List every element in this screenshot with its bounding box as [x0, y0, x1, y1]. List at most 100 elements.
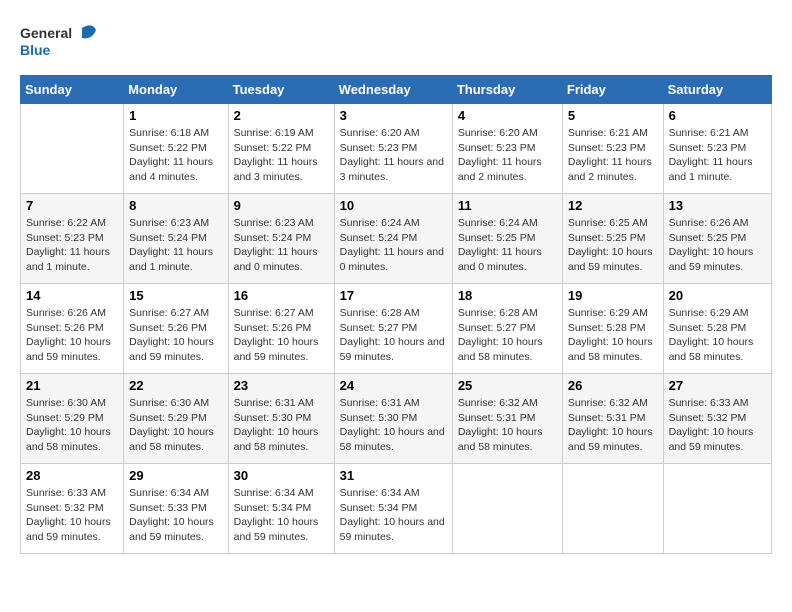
sunrise-text: Sunrise: 6:18 AM [129, 127, 209, 139]
day-number: 6 [669, 108, 766, 123]
column-header-monday: Monday [124, 76, 228, 104]
daylight-text: Daylight: 10 hours and 59 minutes. [129, 516, 214, 543]
daylight-text: Daylight: 10 hours and 59 minutes. [568, 426, 653, 453]
calendar-week-row: 14Sunrise: 6:26 AMSunset: 5:26 PMDayligh… [21, 284, 772, 374]
sunset-text: Sunset: 5:32 PM [26, 502, 104, 514]
sunset-text: Sunset: 5:22 PM [129, 142, 207, 154]
day-number: 23 [234, 378, 329, 393]
daylight-text: Daylight: 11 hours and 1 minute. [129, 246, 213, 273]
calendar-cell: 11Sunrise: 6:24 AMSunset: 5:25 PMDayligh… [452, 194, 562, 284]
day-number: 17 [340, 288, 447, 303]
day-info: Sunrise: 6:29 AMSunset: 5:28 PMDaylight:… [568, 306, 658, 365]
calendar-cell: 2 Sunrise: 6:19 AM Sunset: 5:22 PM Daylight… [228, 104, 334, 194]
day-info: Sunrise: 6:24 AMSunset: 5:25 PMDaylight:… [458, 216, 557, 275]
sunset-text: Sunset: 5:23 PM [568, 142, 646, 154]
sunset-text: Sunset: 5:29 PM [129, 412, 207, 424]
day-info: Sunrise: 6:34 AMSunset: 5:34 PMDaylight:… [234, 486, 329, 545]
day-number: 26 [568, 378, 658, 393]
svg-text:General: General [20, 25, 72, 41]
calendar-cell [452, 464, 562, 554]
sunrise-text: Sunrise: 6:22 AM [26, 217, 106, 229]
daylight-text: Daylight: 10 hours and 59 minutes. [340, 336, 445, 363]
calendar-cell: 30 Sunrise: 6:34 AMSunset: 5:34 PMDayligh… [228, 464, 334, 554]
svg-text:Blue: Blue [20, 42, 51, 58]
daylight-text: Daylight: 11 hours and 3 minutes. [234, 156, 318, 183]
daylight-text: Daylight: 11 hours and 2 minutes. [568, 156, 652, 183]
sunrise-text: Sunrise: 6:28 AM [458, 307, 538, 319]
sunset-text: Sunset: 5:26 PM [26, 322, 104, 334]
sunset-text: Sunset: 5:28 PM [669, 322, 747, 334]
calendar-cell [663, 464, 771, 554]
daylight-text: Daylight: 10 hours and 58 minutes. [234, 426, 319, 453]
sunrise-text: Sunrise: 6:31 AM [340, 397, 420, 409]
calendar-cell: 28 Sunrise: 6:33 AMSunset: 5:32 PMDayligh… [21, 464, 124, 554]
day-number: 20 [669, 288, 766, 303]
daylight-text: Daylight: 10 hours and 59 minutes. [568, 246, 653, 273]
calendar-cell [562, 464, 663, 554]
sunrise-text: Sunrise: 6:29 AM [669, 307, 749, 319]
calendar-table: SundayMondayTuesdayWednesdayThursdayFrid… [20, 75, 772, 554]
day-number: 7 [26, 198, 118, 213]
sunset-text: Sunset: 5:23 PM [458, 142, 536, 154]
day-number: 28 [26, 468, 118, 483]
calendar-cell: 27Sunrise: 6:33 AMSunset: 5:32 PMDayligh… [663, 374, 771, 464]
calendar-cell: 7Sunrise: 6:22 AMSunset: 5:23 PMDaylight… [21, 194, 124, 284]
daylight-text: Daylight: 10 hours and 58 minutes. [568, 336, 653, 363]
day-info: Sunrise: 6:33 AMSunset: 5:32 PMDaylight:… [26, 486, 118, 545]
sunset-text: Sunset: 5:30 PM [234, 412, 312, 424]
calendar-cell: 15Sunrise: 6:27 AMSunset: 5:26 PMDayligh… [124, 284, 228, 374]
logo: General Blue [20, 20, 100, 65]
day-info: Sunrise: 6:27 AMSunset: 5:26 PMDaylight:… [129, 306, 222, 365]
day-number: 27 [669, 378, 766, 393]
day-info: Sunrise: 6:31 AM Sunset: 5:30 PM Daylight:… [234, 396, 329, 455]
daylight-text: Daylight: 11 hours and 1 minute. [669, 156, 753, 183]
calendar-cell: 14Sunrise: 6:26 AMSunset: 5:26 PMDayligh… [21, 284, 124, 374]
page-header: General Blue [20, 20, 772, 65]
day-info: Sunrise: 6:20 AMSunset: 5:23 PMDaylight:… [458, 126, 557, 185]
sunset-text: Sunset: 5:22 PM [234, 142, 312, 154]
day-info: Sunrise: 6:20 AM Sunset: 5:23 PM Daylight:… [340, 126, 447, 185]
sunrise-text: Sunrise: 6:31 AM [234, 397, 314, 409]
sunrise-text: Sunrise: 6:20 AM [458, 127, 538, 139]
sunrise-text: Sunrise: 6:26 AM [26, 307, 106, 319]
daylight-text: Daylight: 11 hours and 4 minutes. [129, 156, 213, 183]
daylight-text: Daylight: 10 hours and 59 minutes. [669, 246, 754, 273]
day-info: Sunrise: 6:24 AMSunset: 5:24 PMDaylight:… [340, 216, 447, 275]
daylight-text: Daylight: 10 hours and 58 minutes. [129, 426, 214, 453]
day-info: Sunrise: 6:30 AMSunset: 5:29 PMDaylight:… [26, 396, 118, 455]
daylight-text: Daylight: 10 hours and 59 minutes. [129, 336, 214, 363]
day-number: 4 [458, 108, 557, 123]
sunrise-text: Sunrise: 6:32 AM [568, 397, 648, 409]
sunrise-text: Sunrise: 6:33 AM [669, 397, 749, 409]
day-number: 2 [234, 108, 329, 123]
sunset-text: Sunset: 5:29 PM [26, 412, 104, 424]
sunrise-text: Sunrise: 6:27 AM [234, 307, 314, 319]
sunset-text: Sunset: 5:23 PM [340, 142, 418, 154]
day-info: Sunrise: 6:25 AMSunset: 5:25 PMDaylight:… [568, 216, 658, 275]
day-info: Sunrise: 6:26 AMSunset: 5:25 PMDaylight:… [669, 216, 766, 275]
day-info: Sunrise: 6:18 AM Sunset: 5:22 PM Daylight:… [129, 126, 222, 185]
calendar-week-row: 7Sunrise: 6:22 AMSunset: 5:23 PMDaylight… [21, 194, 772, 284]
calendar-cell: 1Sunrise: 6:18 AMSunset: 5:22 PMDaylight… [124, 104, 228, 194]
calendar-cell: 21Sunrise: 6:30 AMSunset: 5:29 PMDayligh… [21, 374, 124, 464]
daylight-text: Daylight: 11 hours and 0 minutes. [340, 246, 444, 273]
day-number: 9 [234, 198, 329, 213]
daylight-text: Daylight: 10 hours and 59 minutes. [26, 516, 111, 543]
sunset-text: Sunset: 5:31 PM [458, 412, 536, 424]
calendar-cell: 26Sunrise: 6:32 AMSunset: 5:31 PMDayligh… [562, 374, 663, 464]
sunrise-text: Sunrise: 6:30 AM [26, 397, 106, 409]
sunrise-text: Sunrise: 6:19 AM [234, 127, 314, 139]
daylight-text: Daylight: 10 hours and 59 minutes. [234, 516, 319, 543]
sunrise-text: Sunrise: 6:20 AM [340, 127, 420, 139]
sunrise-text: Sunrise: 6:30 AM [129, 397, 209, 409]
calendar-cell: 18Sunrise: 6:28 AMSunset: 5:27 PMDayligh… [452, 284, 562, 374]
day-number: 18 [458, 288, 557, 303]
day-number: 30 [234, 468, 329, 483]
logo-svg: General Blue [20, 20, 100, 65]
sunrise-text: Sunrise: 6:21 AM [568, 127, 648, 139]
day-info: Sunrise: 6:34 AMSunset: 5:34 PMDaylight:… [340, 486, 447, 545]
calendar-cell: 8Sunrise: 6:23 AMSunset: 5:24 PMDaylight… [124, 194, 228, 284]
daylight-text: Daylight: 11 hours and 3 minutes. [340, 156, 444, 183]
sunrise-text: Sunrise: 6:34 AM [340, 487, 420, 499]
day-info: Sunrise: 6:30 AM Sunset: 5:29 PM Daylight:… [129, 396, 222, 455]
